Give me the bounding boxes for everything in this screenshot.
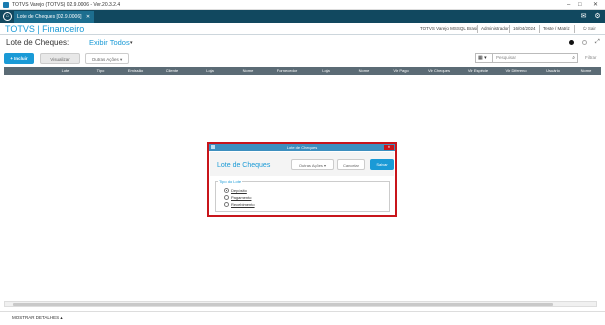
date-label: 16/04/2024 bbox=[513, 26, 536, 31]
app-icon bbox=[3, 2, 9, 8]
dialog-close-button[interactable]: ✕ bbox=[384, 145, 394, 150]
brand-title: TOTVS | Financeiro bbox=[5, 24, 85, 34]
light-dot-icon[interactable] bbox=[582, 40, 587, 45]
outras-acoes-button[interactable]: Outras Ações ▾ bbox=[85, 53, 129, 64]
horizontal-scrollbar[interactable] bbox=[4, 301, 597, 307]
col-header[interactable]: Usuário bbox=[535, 67, 571, 75]
radio-label[interactable]: Pagamento bbox=[231, 195, 251, 200]
filtrar-link[interactable]: Filtrar bbox=[585, 55, 597, 60]
window-icon bbox=[211, 145, 215, 149]
exit-button[interactable]: ⏻ Sair bbox=[583, 23, 596, 35]
window-titlebar: TOTVS Varejo (TOTVS) 02.9.0006 - Ver.20.… bbox=[0, 0, 605, 10]
page-title: Lote de Cheques: bbox=[6, 38, 70, 47]
home-icon[interactable]: ⌂ bbox=[3, 12, 12, 21]
collapse-icon[interactable]: ⤢ bbox=[595, 39, 600, 45]
user-label: Administrador bbox=[481, 26, 509, 31]
col-header[interactable]: Nome bbox=[571, 67, 601, 75]
col-header[interactable]: Tipo bbox=[83, 67, 118, 75]
col-header[interactable]: Vlr Cheques bbox=[419, 67, 459, 75]
chevron-down-icon[interactable]: ▾ bbox=[130, 40, 133, 46]
search-input[interactable]: Pesquisar ⌕ bbox=[492, 53, 578, 63]
col-header[interactable]: Nome bbox=[229, 67, 267, 75]
mostrar-detalhes-button[interactable]: MOSTRAR DETALHES ▴ bbox=[12, 312, 63, 324]
dialog-heading: Lote de Cheques bbox=[217, 162, 271, 169]
search-icon[interactable]: ⌕ bbox=[572, 54, 575, 62]
dark-dot-icon[interactable] bbox=[569, 40, 574, 45]
col-header[interactable]: Vlr Difereno bbox=[497, 67, 535, 75]
branch-label: Teste / Matriz bbox=[543, 26, 570, 31]
col-header[interactable]: Vlr Pago bbox=[383, 67, 419, 75]
col-header[interactable]: Lote bbox=[48, 67, 83, 75]
tipo-do-lote-legend: Tipo do Lote bbox=[218, 179, 243, 184]
table-header: Lote Tipo Emissão Cliente Loja Nome Forn… bbox=[4, 67, 601, 75]
minimize-button[interactable]: – bbox=[567, 0, 570, 10]
radio-label[interactable]: Depósito bbox=[231, 188, 247, 193]
col-header[interactable]: Loja bbox=[307, 67, 345, 75]
radio-label[interactable]: Recebimento bbox=[231, 202, 255, 207]
lote-de-cheques-dialog: Lote de Cheques ✕ Lote de Cheques Outras… bbox=[207, 142, 397, 217]
dialog-header: Lote de Cheques Outras Ações ▾ Cancelar … bbox=[210, 152, 394, 176]
tab-bar: ⌂ Lote de Cheques [02.9.0006] ✕ ✉ ⚙ bbox=[0, 10, 605, 23]
grid-view-toggle[interactable]: ▦ ▾ bbox=[475, 53, 493, 63]
maximize-button[interactable]: □ bbox=[578, 0, 582, 10]
radio-pagamento[interactable] bbox=[224, 195, 229, 200]
cancelar-button[interactable]: Cancelar bbox=[337, 159, 365, 170]
radio-recebimento[interactable] bbox=[224, 202, 229, 207]
dialog-title: Lote de Cheques bbox=[286, 145, 318, 150]
close-window-button[interactable]: ✕ bbox=[593, 0, 598, 10]
visualizar-button[interactable]: Visualizar bbox=[40, 53, 80, 64]
dialog-outras-acoes-button[interactable]: Outras Ações ▾ bbox=[291, 159, 334, 170]
col-header[interactable]: Nome bbox=[345, 67, 383, 75]
chat-icon[interactable]: ✉ bbox=[579, 12, 588, 21]
dialog-titlebar: Lote de Cheques ✕ bbox=[209, 144, 395, 151]
footer-bar: MOSTRAR DETALHES ▴ bbox=[0, 311, 605, 325]
col-header[interactable]: Cliente bbox=[153, 67, 191, 75]
incluir-button[interactable]: + Incluir bbox=[4, 53, 34, 64]
col-header[interactable]: Loja bbox=[191, 67, 229, 75]
tab-lote-de-cheques[interactable]: Lote de Cheques [02.9.0006] ✕ bbox=[14, 11, 95, 23]
salvar-button[interactable]: Salvar bbox=[370, 159, 394, 170]
col-header[interactable]: Vlr Espécie bbox=[459, 67, 497, 75]
col-header[interactable]: Emissão bbox=[118, 67, 153, 75]
col-header[interactable]: Fornecedor bbox=[267, 67, 307, 75]
radio-deposito[interactable] bbox=[224, 188, 229, 193]
environment-label: TOTVS Varejo MSSQL Brasil bbox=[420, 26, 479, 31]
app-header: TOTVS | Financeiro TOTVS Varejo MSSQL Br… bbox=[0, 23, 605, 35]
view-filter-select[interactable]: Exibir Todos bbox=[89, 38, 130, 47]
tab-close-icon[interactable]: ✕ bbox=[86, 14, 90, 20]
scrollbar-thumb[interactable] bbox=[13, 303, 553, 306]
settings-icon[interactable]: ⚙ bbox=[593, 12, 602, 21]
window-title: TOTVS Varejo (TOTVS) 02.9.0006 - Ver.20.… bbox=[12, 2, 121, 8]
